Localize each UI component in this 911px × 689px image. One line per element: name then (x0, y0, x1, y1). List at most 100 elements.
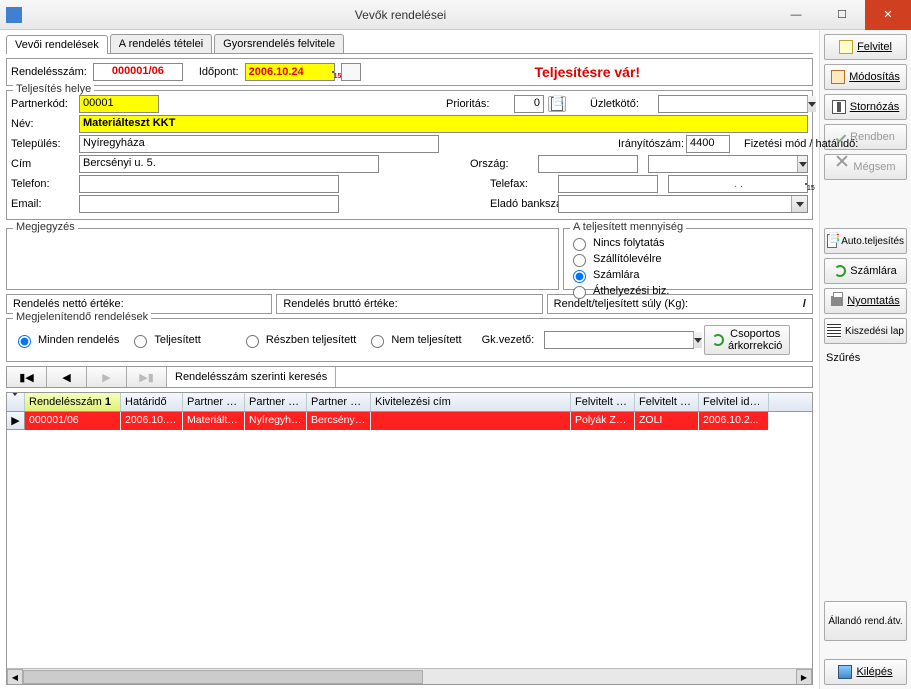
table-body[interactable]: ▶ 000001/06 2006.10.24. Materiáltes... N… (7, 412, 812, 668)
th-partner-addr[interactable]: Partner cím (307, 393, 371, 411)
maximize-button[interactable]: ☐ (819, 0, 865, 30)
gross-total: Rendelés bruttó értéke: (276, 294, 542, 314)
cancel-button[interactable]: Mégsem (824, 154, 907, 180)
orders-table: Rendelésszám 1 Határidő Partner név Part… (6, 392, 813, 685)
chevron-down-icon[interactable] (807, 96, 816, 112)
window-title: Vevők rendelései (28, 8, 773, 22)
exit-button[interactable]: Kilépés (824, 659, 907, 685)
storno-button[interactable]: Stornózás (824, 94, 907, 120)
picklist-button[interactable]: Kiszedési lap (824, 318, 907, 344)
scroll-left[interactable]: ◀ (7, 669, 23, 685)
notes-textarea[interactable] (11, 233, 554, 281)
email-label: Email: (11, 198, 75, 210)
minimize-button[interactable]: — (773, 0, 819, 30)
filter-partial[interactable]: Részben teljesített (241, 332, 357, 348)
titlebar: Vevők rendelései — ☐ ✕ (0, 0, 911, 30)
radio-label: Áthelyezési biz. (593, 285, 669, 297)
salesperson-combo[interactable] (658, 95, 808, 113)
record-navigator: ▮◀ ◀ ▶ ▶▮ Rendelésszám szerinti keresés (6, 366, 813, 388)
salesperson-input[interactable] (659, 96, 807, 112)
horizontal-scrollbar[interactable]: ◀ ▶ (7, 668, 812, 684)
scroll-thumb[interactable] (23, 670, 423, 684)
search-label: Rendelésszám szerinti keresés (167, 367, 336, 387)
chevron-down-icon[interactable] (693, 332, 702, 348)
header-row: Rendelésszám: 000001/06 Időpont: 2006.10… (6, 58, 813, 86)
th-exec-addr[interactable]: Kivitelezési cím (371, 393, 571, 411)
filter-done[interactable]: Teljesített (129, 332, 200, 348)
radio-no-continue[interactable]: Nincs folytatás (568, 235, 808, 251)
th-menu[interactable] (7, 393, 25, 411)
calendar-icon[interactable] (805, 183, 807, 185)
th-created-time[interactable]: Felvitel idő... (699, 393, 769, 411)
to-invoice-button[interactable]: Számlára (824, 258, 907, 284)
radio-transfer[interactable]: Áthelyezési biz. (568, 283, 808, 299)
country-field[interactable] (538, 155, 638, 173)
trash-icon (832, 100, 846, 114)
filter-notdone[interactable]: Nem teljesített (366, 332, 461, 348)
priority-picker-button[interactable] (548, 96, 566, 112)
th-order-no[interactable]: Rendelésszám 1 (25, 393, 121, 411)
cell: Polyák Zolt... (571, 412, 635, 430)
tab-orders[interactable]: Vevői rendelések (6, 35, 108, 54)
order-no-label: Rendelésszám: (11, 66, 87, 78)
tab-items[interactable]: A rendelés tételei (110, 34, 212, 53)
radio-delivery-note[interactable]: Szállítólevélre (568, 251, 808, 267)
date-field[interactable]: 2006.10.24 (245, 63, 335, 81)
standing-orders-button[interactable]: Állandó rend.átv. (824, 601, 907, 641)
address-field[interactable]: Bercsényi u. 5. (79, 155, 379, 173)
nav-first[interactable]: ▮◀ (7, 367, 47, 387)
new-button[interactable]: Felvitel (824, 34, 907, 60)
print-button[interactable]: Nyomtatás (824, 288, 907, 314)
deadline-field[interactable]: . . (668, 175, 808, 193)
new-icon (839, 40, 853, 54)
chevron-down-icon[interactable] (797, 156, 807, 172)
chevron-down-icon[interactable] (791, 196, 807, 212)
th-partner-city[interactable]: Partner vá... (245, 393, 307, 411)
header-spare-field[interactable] (341, 63, 361, 81)
driver-combo[interactable] (544, 331, 694, 349)
list-icon (827, 324, 841, 338)
delivery-group: Teljesítés helye Partnerkód: 00001 Prior… (6, 90, 813, 220)
email-field[interactable] (79, 195, 339, 213)
th-deadline[interactable]: Határidő (121, 393, 183, 411)
name-field[interactable]: Materiálteszt KKT (79, 115, 808, 133)
row-indicator: ▶ (7, 412, 25, 430)
scroll-right[interactable]: ▶ (796, 669, 812, 685)
order-no-field[interactable]: 000001/06 (93, 63, 183, 81)
bulk-price-button[interactable]: Csoportosárkorrekció (704, 325, 790, 355)
filter-all[interactable]: Minden rendelés (13, 332, 119, 348)
search-input[interactable] (336, 367, 812, 387)
partner-code-field[interactable]: 00001 (79, 95, 159, 113)
th-created-by2[interactable]: Felvitelt vé... (635, 393, 699, 411)
radio-invoice[interactable]: Számlára (568, 267, 808, 283)
tabs: Vevői rendelések A rendelés tételei Gyor… (6, 34, 813, 54)
tab-quick[interactable]: Gyorsrendelés felvitele (214, 34, 344, 53)
edit-button[interactable]: Módosítás (824, 64, 907, 90)
table-row[interactable]: ▶ 000001/06 2006.10.24. Materiáltes... N… (7, 412, 812, 430)
payment-input[interactable] (649, 156, 797, 172)
nav-last[interactable]: ▶▮ (127, 367, 167, 387)
zip-field[interactable]: 4400 (686, 135, 730, 153)
nav-prev[interactable]: ◀ (47, 367, 87, 387)
city-field[interactable]: Nyíregyháza (79, 135, 439, 153)
th-partner-name[interactable]: Partner név (183, 393, 245, 411)
bank-input[interactable] (559, 196, 791, 212)
auto-fulfill-button[interactable]: Auto.teljesítés (824, 228, 907, 254)
bank-label: Eladó bankszámla: (490, 198, 554, 210)
phone-field[interactable] (79, 175, 339, 193)
picker-icon (551, 97, 563, 111)
calendar-icon[interactable] (332, 71, 334, 73)
auto-icon (827, 234, 837, 248)
bank-combo[interactable] (558, 195, 808, 213)
nav-next[interactable]: ▶ (87, 367, 127, 387)
print-icon (831, 296, 843, 306)
payment-combo[interactable] (648, 155, 808, 173)
table-header: Rendelésszám 1 Határidő Partner név Part… (7, 393, 812, 412)
close-button[interactable]: ✕ (865, 0, 911, 30)
driver-input[interactable] (545, 332, 693, 348)
fax-field[interactable] (558, 175, 658, 193)
priority-field[interactable]: 0 (514, 95, 544, 113)
th-created-by1[interactable]: Felvitelt vé... (571, 393, 635, 411)
sidebar: Felvitel Módosítás Stornózás Rendben Még… (819, 30, 911, 689)
payment-label: Fizetési mód / határidő: (744, 138, 808, 150)
